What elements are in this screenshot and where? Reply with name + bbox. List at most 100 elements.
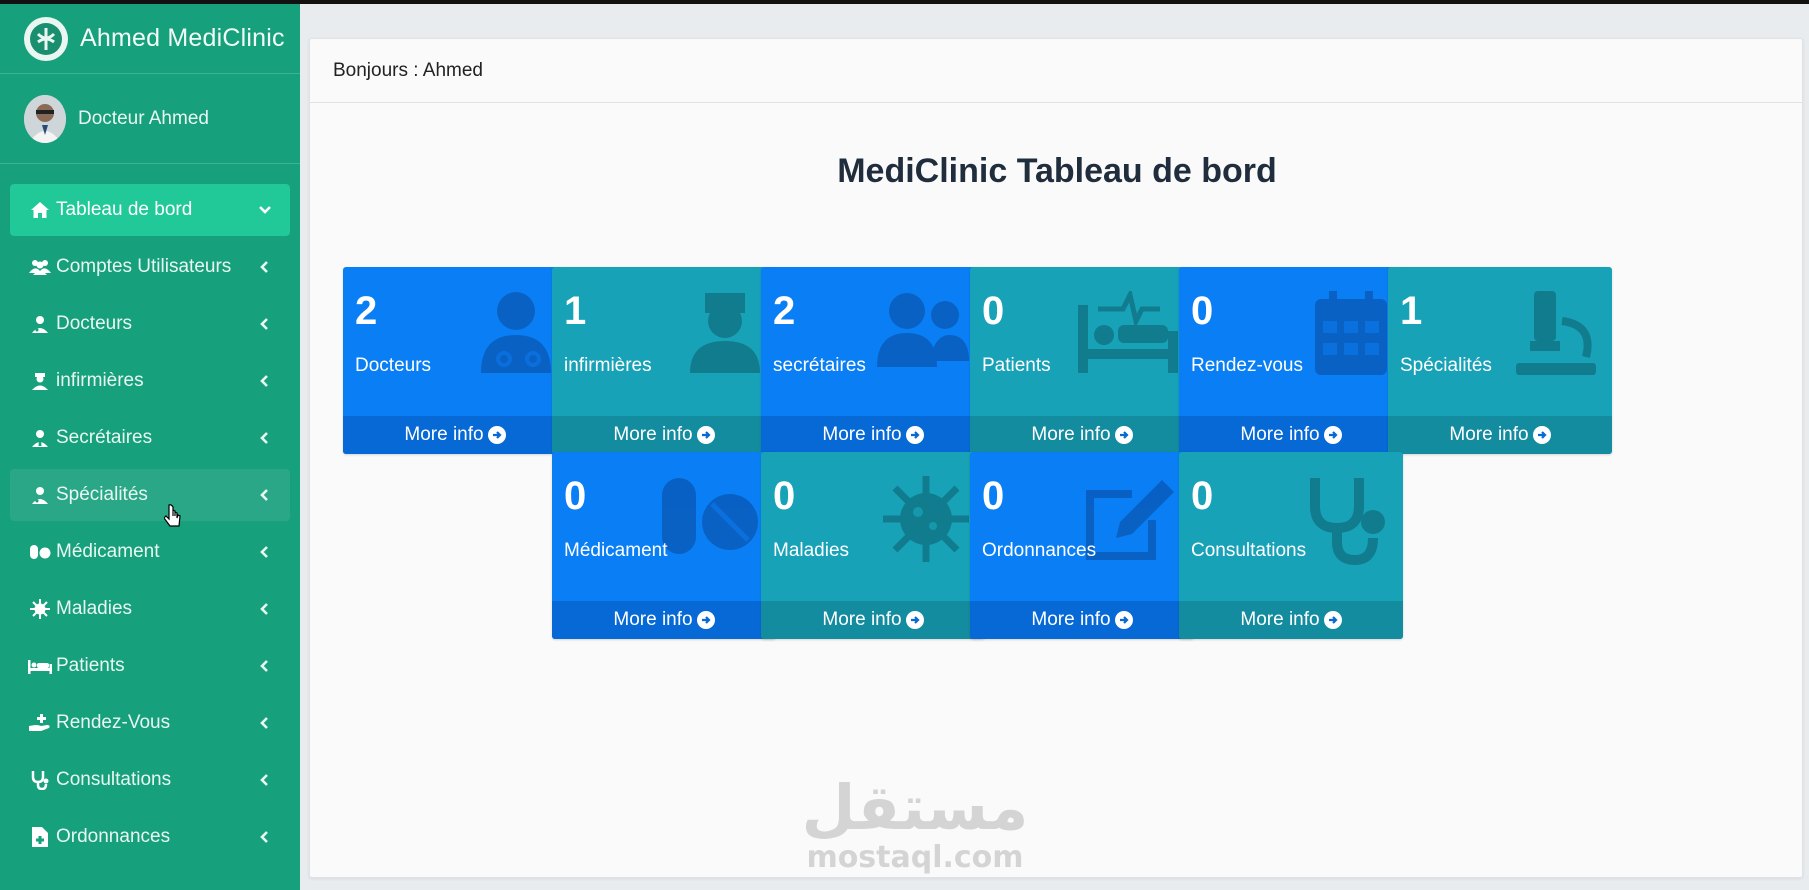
arrow-circle-right-icon — [487, 426, 506, 444]
chevron-left-icon — [258, 716, 272, 730]
more-info-link[interactable]: More info — [761, 416, 985, 454]
stat-value: 2 — [773, 289, 796, 333]
chevron-left-icon — [258, 545, 272, 559]
sidebar-item-secretaires[interactable]: Secrétaires — [10, 412, 290, 464]
stat-label: Maladies — [773, 540, 850, 561]
stat-box-consultations: 0 Consultations More info — [1179, 452, 1403, 639]
stat-value: 1 — [564, 289, 587, 333]
more-info-label: More info — [1031, 609, 1111, 630]
stat-box-secretaires: 2 secrétaires More info — [761, 267, 985, 454]
watermark: مستقل mostaql.com — [795, 774, 1035, 874]
arrow-circle-right-icon — [1323, 426, 1342, 444]
more-info-label: More info — [613, 424, 693, 445]
more-info-label: More info — [1240, 609, 1320, 630]
sidebar-item-patients[interactable]: Patients — [10, 640, 290, 692]
more-info-label: More info — [822, 424, 902, 445]
more-info-link[interactable]: More info — [552, 601, 776, 639]
more-info-link[interactable]: More info — [552, 416, 776, 454]
sidebar-item-maladies[interactable]: Maladies — [10, 583, 290, 635]
stat-box-docteurs: 2 Docteurs More info — [343, 267, 567, 454]
greeting-text: Bonjours : Ahmed — [333, 59, 483, 81]
file-medical-icon — [28, 826, 52, 848]
stat-box-rendez-vous: 0 Rendez-vous More info — [1179, 267, 1403, 454]
stat-box-patients: 0 Patients More info — [970, 267, 1194, 454]
more-info-link[interactable]: More info — [1388, 416, 1612, 454]
chevron-down-icon — [258, 203, 272, 217]
arrow-circle-right-icon — [1323, 611, 1342, 629]
app-title: Ahmed MediClinic — [80, 24, 285, 52]
virus-icon — [28, 598, 52, 620]
chevron-left-icon — [258, 773, 272, 787]
sidebar-item-ordonnances[interactable]: Ordonnances — [10, 811, 290, 863]
stat-label: infirmières — [564, 355, 652, 376]
more-info-label: More info — [1449, 424, 1529, 445]
arrow-circle-right-icon — [1114, 426, 1133, 444]
chevron-left-icon — [258, 374, 272, 388]
user-name: Docteur Ahmed — [78, 107, 209, 129]
user-md-icon — [28, 484, 52, 506]
pills-icon — [660, 476, 760, 561]
users-icon — [877, 291, 969, 372]
more-info-label: More info — [822, 609, 902, 630]
sidebar-item-consultations[interactable]: Consultations — [10, 754, 290, 806]
arrow-circle-right-icon — [1532, 426, 1551, 444]
chevron-left-icon — [258, 659, 272, 673]
stat-label: Patients — [982, 355, 1051, 376]
stat-box-maladies: 0 Maladies More info — [761, 452, 985, 639]
stat-label: secrétaires — [773, 355, 866, 376]
watermark-latin: mostaql.com — [806, 840, 1024, 875]
more-info-link[interactable]: More info — [970, 601, 1194, 639]
virus-icon — [883, 476, 969, 567]
greeting-header: Bonjours : Ahmed — [310, 39, 1802, 103]
more-info-label: More info — [1240, 424, 1320, 445]
more-info-link[interactable]: More info — [1179, 416, 1403, 454]
more-info-label: More info — [613, 609, 693, 630]
sidebar-item-rendez-vous[interactable]: Rendez-Vous — [10, 697, 290, 749]
more-info-link[interactable]: More info — [970, 416, 1194, 454]
user-nurse-icon — [690, 291, 760, 378]
bed-icon — [28, 655, 52, 677]
avatar — [24, 94, 66, 143]
hand-holding-medical-icon — [28, 712, 52, 734]
stat-box-specialites: 1 Spécialités More info — [1388, 267, 1612, 454]
chevron-left-icon — [258, 317, 272, 331]
sidebar-item-label: Tableau de bord — [56, 199, 193, 220]
microscope-icon — [1516, 291, 1596, 380]
watermark-arabic: مستقل — [801, 771, 1029, 844]
clinic-logo-icon — [24, 16, 68, 61]
stethoscope-icon — [1307, 476, 1387, 571]
more-info-link[interactable]: More info — [1179, 601, 1403, 639]
user-md-icon — [28, 313, 52, 335]
sidebar-item-label: Consultations — [56, 769, 172, 790]
arrow-circle-right-icon — [1114, 611, 1133, 629]
sidebar-item-docteurs[interactable]: Docteurs — [10, 298, 290, 350]
sidebar-item-label: Secrétaires — [56, 427, 153, 448]
sidebar-item-label: Ordonnances — [56, 826, 171, 847]
sidebar-item-infirmieres[interactable]: infirmières — [10, 355, 290, 407]
stat-label: Consultations — [1191, 540, 1307, 561]
stat-value: 0 — [1191, 474, 1214, 518]
brand[interactable]: Ahmed MediClinic — [0, 4, 300, 74]
users-icon — [28, 256, 52, 278]
user-panel[interactable]: Docteur Ahmed — [0, 74, 300, 164]
sidebar-item-comptes-utilisateurs[interactable]: Comptes Utilisateurs — [10, 241, 290, 293]
more-info-link[interactable]: More info — [761, 601, 985, 639]
chevron-left-icon — [258, 830, 272, 844]
stat-label: Ordonnances — [982, 540, 1097, 561]
user-doctor-icon — [481, 291, 551, 378]
sidebar-item-medicament[interactable]: Médicament — [10, 526, 290, 578]
sidebar: Ahmed MediClinic Docteur Ahmed Tableau d… — [0, 4, 300, 890]
more-info-link[interactable]: More info — [343, 416, 567, 454]
calendar-icon — [1315, 291, 1387, 380]
sidebar-item-label: Spécialités — [56, 484, 148, 505]
pills-icon — [28, 541, 52, 563]
stat-box-medicament: 0 Médicament More info — [552, 452, 776, 639]
stat-label: Rendez-vous — [1191, 355, 1303, 376]
more-info-label: More info — [404, 424, 484, 445]
edit-icon — [1082, 476, 1178, 567]
sidebar-item-specialites[interactable]: Spécialités — [10, 469, 290, 521]
sidebar-item-label: Patients — [56, 655, 125, 676]
sidebar-item-tableau-de-bord[interactable]: Tableau de bord — [10, 184, 290, 236]
chevron-left-icon — [258, 602, 272, 616]
stat-value: 1 — [1400, 289, 1423, 333]
